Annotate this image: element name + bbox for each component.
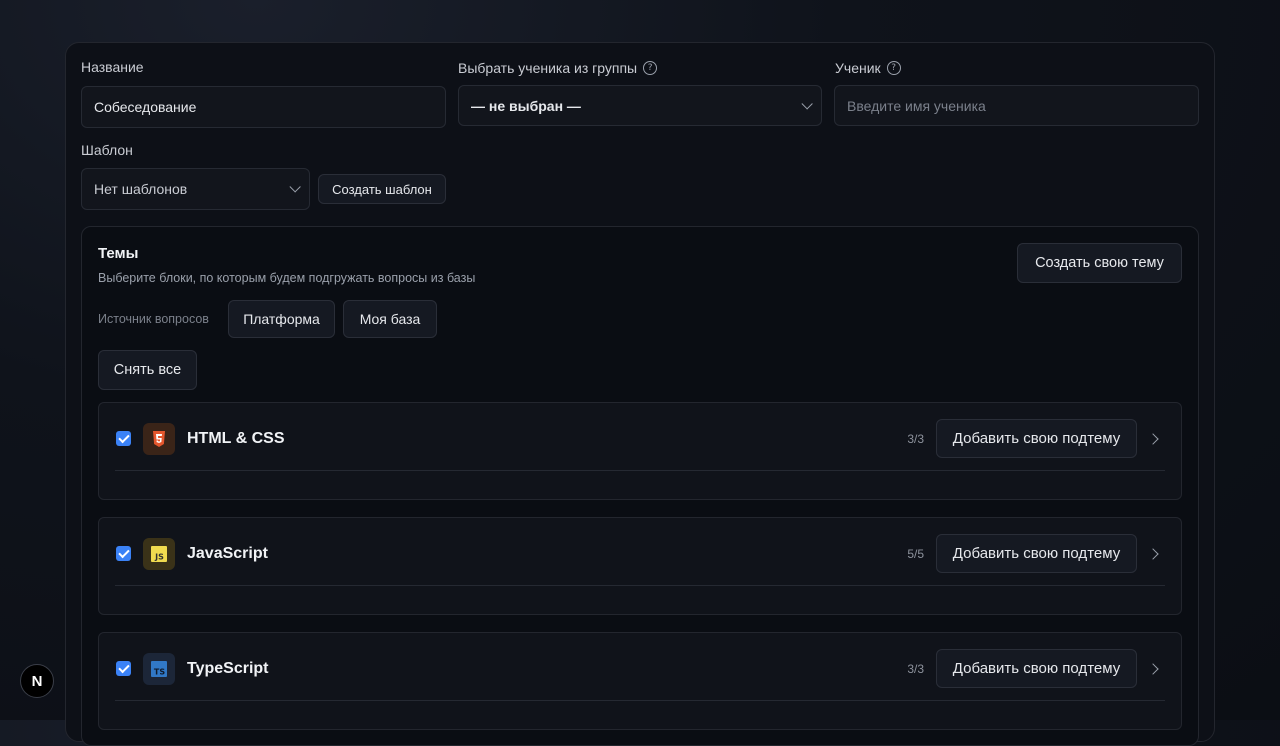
- divider: [115, 700, 1165, 701]
- chevron-right-icon[interactable]: [1147, 663, 1159, 675]
- topic-title: JavaScript: [187, 545, 268, 562]
- chevron-right-icon[interactable]: [1147, 548, 1159, 560]
- topic-title: TypeScript: [187, 660, 269, 677]
- topic-checkbox[interactable]: [116, 546, 131, 561]
- create-template-button[interactable]: Создать шаблон: [318, 174, 446, 204]
- chevron-down-icon: [289, 181, 301, 193]
- help-icon[interactable]: ?: [643, 61, 658, 75]
- nextjs-logo-icon[interactable]: N: [20, 664, 54, 698]
- name-field-value: Собеседование: [94, 99, 197, 115]
- topic-checkbox[interactable]: [116, 661, 131, 676]
- group-label: Выбрать ученика из группы ?: [458, 60, 658, 76]
- name-label-text: Название: [81, 59, 144, 75]
- divider: [115, 585, 1165, 586]
- svg-text:JS: JS: [154, 553, 164, 562]
- source-mybase-button[interactable]: Моя база: [343, 300, 437, 338]
- group-label-text: Выбрать ученика из группы: [458, 60, 638, 76]
- add-subtopic-button[interactable]: Добавить свою подтему: [936, 649, 1137, 688]
- name-field[interactable]: Собеседование: [81, 86, 446, 128]
- add-subtopic-label: Добавить свою подтему: [952, 545, 1121, 562]
- typescript-icon: TS: [143, 653, 175, 685]
- html5-icon: [143, 423, 175, 455]
- group-select-value: — не выбран —: [471, 97, 581, 114]
- source-label: Источник вопросов: [98, 312, 209, 326]
- add-subtopic-button[interactable]: Добавить свою подтему: [936, 534, 1137, 573]
- add-subtopic-button[interactable]: Добавить свою подтему: [936, 419, 1137, 458]
- help-icon[interactable]: ?: [886, 61, 901, 75]
- student-label: Ученик ?: [835, 60, 901, 76]
- name-label: Название: [81, 59, 144, 75]
- template-select-value: Нет шаблонов: [94, 181, 188, 197]
- nextjs-badge-letter: N: [31, 672, 43, 690]
- themes-title: Темы: [98, 245, 139, 262]
- topic-card-html-css: HTML & CSS 3/3 Добавить свою подтему: [98, 402, 1182, 500]
- chevron-down-icon: [801, 97, 813, 110]
- clear-all-button[interactable]: Снять все: [98, 350, 197, 390]
- topic-count: 3/3: [907, 432, 924, 446]
- javascript-icon: JS: [143, 538, 175, 570]
- source-platform-button[interactable]: Платформа: [228, 300, 335, 338]
- svg-text:TS: TS: [154, 668, 165, 677]
- topic-count: 3/3: [907, 662, 924, 676]
- divider: [115, 470, 1165, 471]
- source-mybase-label: Моя база: [359, 311, 421, 327]
- check-icon: [117, 431, 130, 443]
- topic-checkbox[interactable]: [116, 431, 131, 446]
- topic-count: 5/5: [907, 547, 924, 561]
- topic-card-typescript: TS TypeScript 3/3 Добавить свою подтему: [98, 632, 1182, 730]
- clear-all-label: Снять все: [113, 362, 182, 378]
- add-subtopic-label: Добавить свою подтему: [952, 430, 1121, 447]
- check-icon: [117, 546, 130, 558]
- topic-card-javascript: JS JavaScript 5/5 Добавить свою подтему: [98, 517, 1182, 615]
- themes-subtitle: Выберите блоки, по которым будем подгруж…: [98, 271, 476, 285]
- chevron-right-icon[interactable]: [1147, 433, 1159, 445]
- template-label: Шаблон: [81, 142, 133, 158]
- create-theme-label: Создать свою тему: [1035, 255, 1164, 271]
- create-template-label: Создать шаблон: [332, 181, 432, 197]
- student-label-text: Ученик: [835, 60, 881, 76]
- student-input[interactable]: [834, 85, 1199, 126]
- source-platform-label: Платформа: [243, 311, 320, 327]
- check-icon: [117, 661, 130, 673]
- group-select[interactable]: — не выбран —: [458, 85, 822, 126]
- create-theme-button[interactable]: Создать свою тему: [1017, 243, 1182, 283]
- template-select[interactable]: Нет шаблонов: [81, 168, 310, 210]
- topic-title: HTML & CSS: [187, 430, 285, 447]
- template-label-text: Шаблон: [81, 142, 133, 158]
- add-subtopic-label: Добавить свою подтему: [952, 660, 1121, 677]
